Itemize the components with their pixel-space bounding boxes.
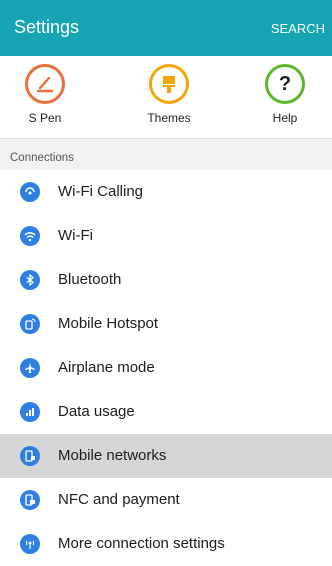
quick-item-themes[interactable]: Themes xyxy=(134,64,204,125)
list-item-wifi[interactable]: Wi-Fi xyxy=(0,214,332,258)
app-bar: Settings SEARCH xyxy=(0,0,332,56)
list-item-label: More connection settings xyxy=(58,535,225,552)
list-item-mobile-networks[interactable]: Mobile networks xyxy=(0,434,332,478)
list-item-label: Mobile networks xyxy=(58,447,167,464)
mobile-networks-icon xyxy=(20,446,40,466)
help-icon: ? xyxy=(265,64,305,104)
list-item-label: Mobile Hotspot xyxy=(58,315,159,332)
quick-item-label: S Pen xyxy=(28,111,62,125)
list-item-mobile-hotspot[interactable]: Mobile Hotspot xyxy=(0,302,332,346)
pen-icon xyxy=(25,64,65,104)
list-item-label: Data usage xyxy=(58,403,135,420)
wifi-calling-icon xyxy=(20,182,40,202)
airplane-icon xyxy=(20,358,40,378)
page-title: Settings xyxy=(14,17,80,37)
wifi-icon xyxy=(20,226,40,246)
list-item-label: Bluetooth xyxy=(58,271,122,288)
nfc-icon xyxy=(20,490,40,510)
section-title: Connections xyxy=(10,152,74,164)
quick-item-label: Help xyxy=(272,111,298,125)
list-item-label: Wi-Fi xyxy=(58,227,93,244)
list-item-label: Airplane mode xyxy=(58,359,155,376)
list-item-wifi-calling[interactable]: Wi-Fi Calling xyxy=(0,170,332,214)
bluetooth-icon xyxy=(20,270,40,290)
list-item-more-connection-settings[interactable]: More connection settings xyxy=(0,522,332,566)
list-item-nfc-payment[interactable]: NFC and payment xyxy=(0,478,332,522)
search-button[interactable]: SEARCH xyxy=(271,21,325,36)
section-header-connections: Connections xyxy=(0,138,332,170)
quick-item-label: Themes xyxy=(147,111,191,125)
list-item-airplane-mode[interactable]: Airplane mode xyxy=(0,346,332,390)
list-item-bluetooth[interactable]: Bluetooth xyxy=(0,258,332,302)
list-item-label: NFC and payment xyxy=(58,491,180,508)
settings-list: Wi-Fi Calling Wi-Fi Bluetooth Mobile Hot… xyxy=(0,170,332,566)
data-usage-icon xyxy=(20,402,40,422)
brush-icon xyxy=(149,64,189,104)
quick-item-s-pen[interactable]: S Pen xyxy=(10,64,80,125)
quick-settings: S Pen Themes ? Help xyxy=(0,56,332,138)
more-connections-icon xyxy=(20,534,40,554)
list-item-data-usage[interactable]: Data usage xyxy=(0,390,332,434)
quick-item-help[interactable]: ? Help xyxy=(250,64,320,125)
list-item-label: Wi-Fi Calling xyxy=(58,183,144,200)
hotspot-icon xyxy=(20,314,40,334)
